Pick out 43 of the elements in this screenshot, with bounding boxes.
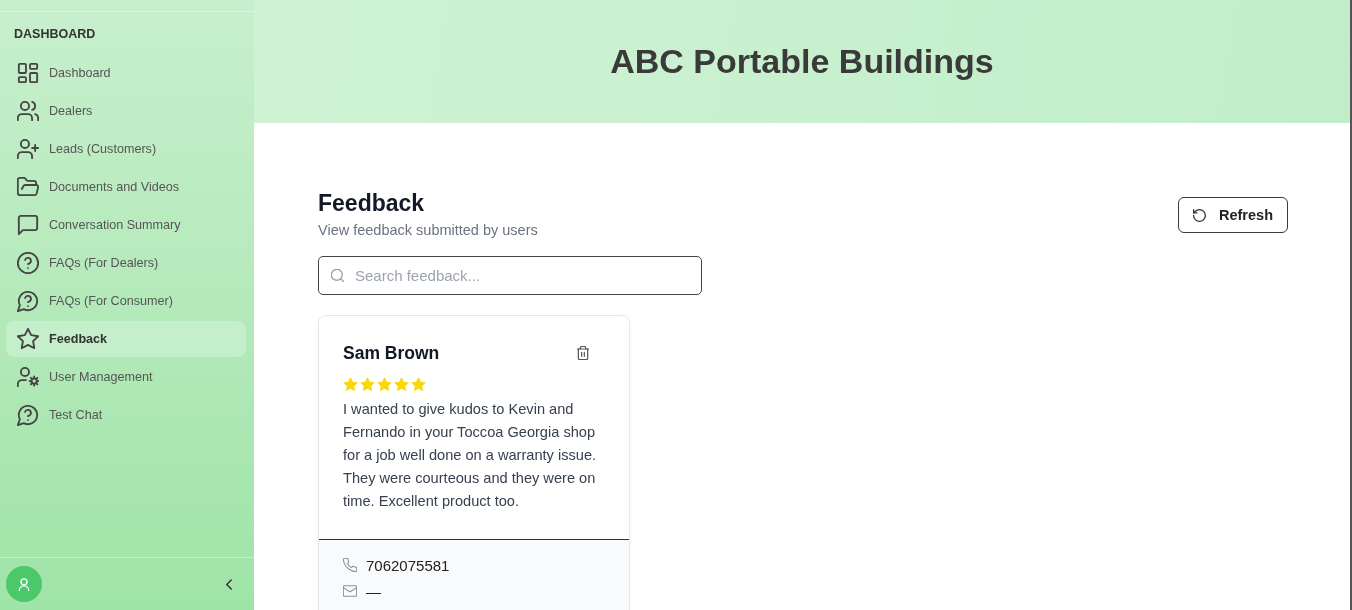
collapse-button[interactable] — [226, 578, 232, 590]
chevron-left-icon — [226, 578, 232, 590]
user-icon — [18, 577, 30, 591]
page-title: Feedback — [318, 189, 426, 217]
dashboard-grid-icon — [17, 62, 39, 84]
sidebar-item[interactable]: Conversation Summary — [6, 207, 246, 243]
user-plus-icon — [17, 138, 39, 160]
sidebar-item[interactable]: Leads (Customers) — [6, 131, 246, 167]
sidebar-item[interactable]: Feedback — [6, 321, 246, 357]
question-bubble-icon — [17, 404, 39, 426]
star-icon — [343, 377, 358, 392]
search-icon — [331, 269, 344, 282]
user-gear-icon — [17, 366, 39, 388]
question-bubble-icon — [17, 290, 39, 312]
refresh-button[interactable]: Refresh — [1178, 197, 1288, 233]
delete-button[interactable] — [577, 346, 589, 360]
star-icon — [377, 377, 392, 392]
sidebar-item[interactable]: Documents and Videos — [6, 169, 246, 205]
sidebar-item[interactable]: FAQs (For Consumer) — [6, 283, 246, 319]
feedback-message: I wanted to give kudos to Kevin and Fernando in your Toccoa Georgia shop for a job well done on a warranty issue. They were courteous and they were on time. Excellent product too. — [343, 399, 598, 511]
star-icon — [394, 377, 409, 392]
refresh-icon — [1193, 208, 1206, 222]
customer-name: Sam Brown — [343, 343, 440, 364]
sidebar-item[interactable]: Dealers — [6, 93, 246, 129]
star-icon — [411, 377, 426, 392]
sidebar-item[interactable]: Test Chat — [6, 397, 246, 433]
email-address: — — [366, 582, 381, 600]
search-field[interactable]: Search feedback... — [318, 256, 702, 295]
sidebar-item[interactable]: Dashboard — [6, 55, 246, 91]
section-title: DASHBOARD — [14, 27, 96, 41]
page-subtitle: View feedback submitted by users — [318, 222, 538, 238]
star-icon — [360, 377, 375, 392]
phone-number: 7062075581 — [366, 556, 450, 574]
folder-icon — [17, 176, 39, 198]
phone-icon — [343, 558, 357, 572]
sidebar-item[interactable]: User Management — [6, 359, 246, 395]
sidebar-item[interactable]: FAQs (For Dealers) — [6, 245, 246, 281]
users-icon — [17, 100, 39, 122]
trash-icon — [577, 346, 589, 360]
mail-icon — [343, 584, 357, 598]
chat-bubble-icon — [17, 214, 39, 236]
star-icon — [17, 328, 39, 350]
app-title: ABC Portable Buildings — [610, 42, 994, 81]
